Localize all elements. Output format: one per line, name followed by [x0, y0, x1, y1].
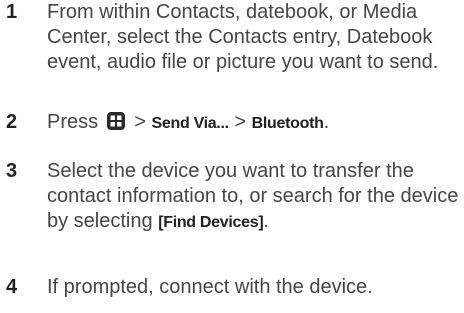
step-number: 1	[6, 1, 18, 23]
step-text-suffix: .	[263, 210, 269, 232]
step-number: 2	[6, 111, 18, 133]
find-devices-command: [Find Devices]	[158, 214, 264, 231]
step-text-suffix: .	[323, 111, 330, 133]
separator: >	[234, 111, 247, 133]
menu-key-icon	[106, 111, 126, 138]
step-text: From within Contacts, datebook, or Media…	[47, 1, 439, 73]
separator: >	[134, 111, 146, 133]
step-number: 3	[6, 160, 18, 182]
menu-command-send-via: Send Via...	[151, 115, 230, 132]
step-number: 4	[6, 276, 18, 298]
step-text: Press > Send Via... > Bluetooth.	[47, 110, 462, 138]
step-text: Select the device you want to transfer t…	[47, 159, 462, 235]
menu-command-bluetooth: Bluetooth	[251, 115, 324, 132]
step-text-prefix: Press	[47, 111, 104, 133]
step-text: If prompted, connect with the device.	[47, 276, 373, 298]
